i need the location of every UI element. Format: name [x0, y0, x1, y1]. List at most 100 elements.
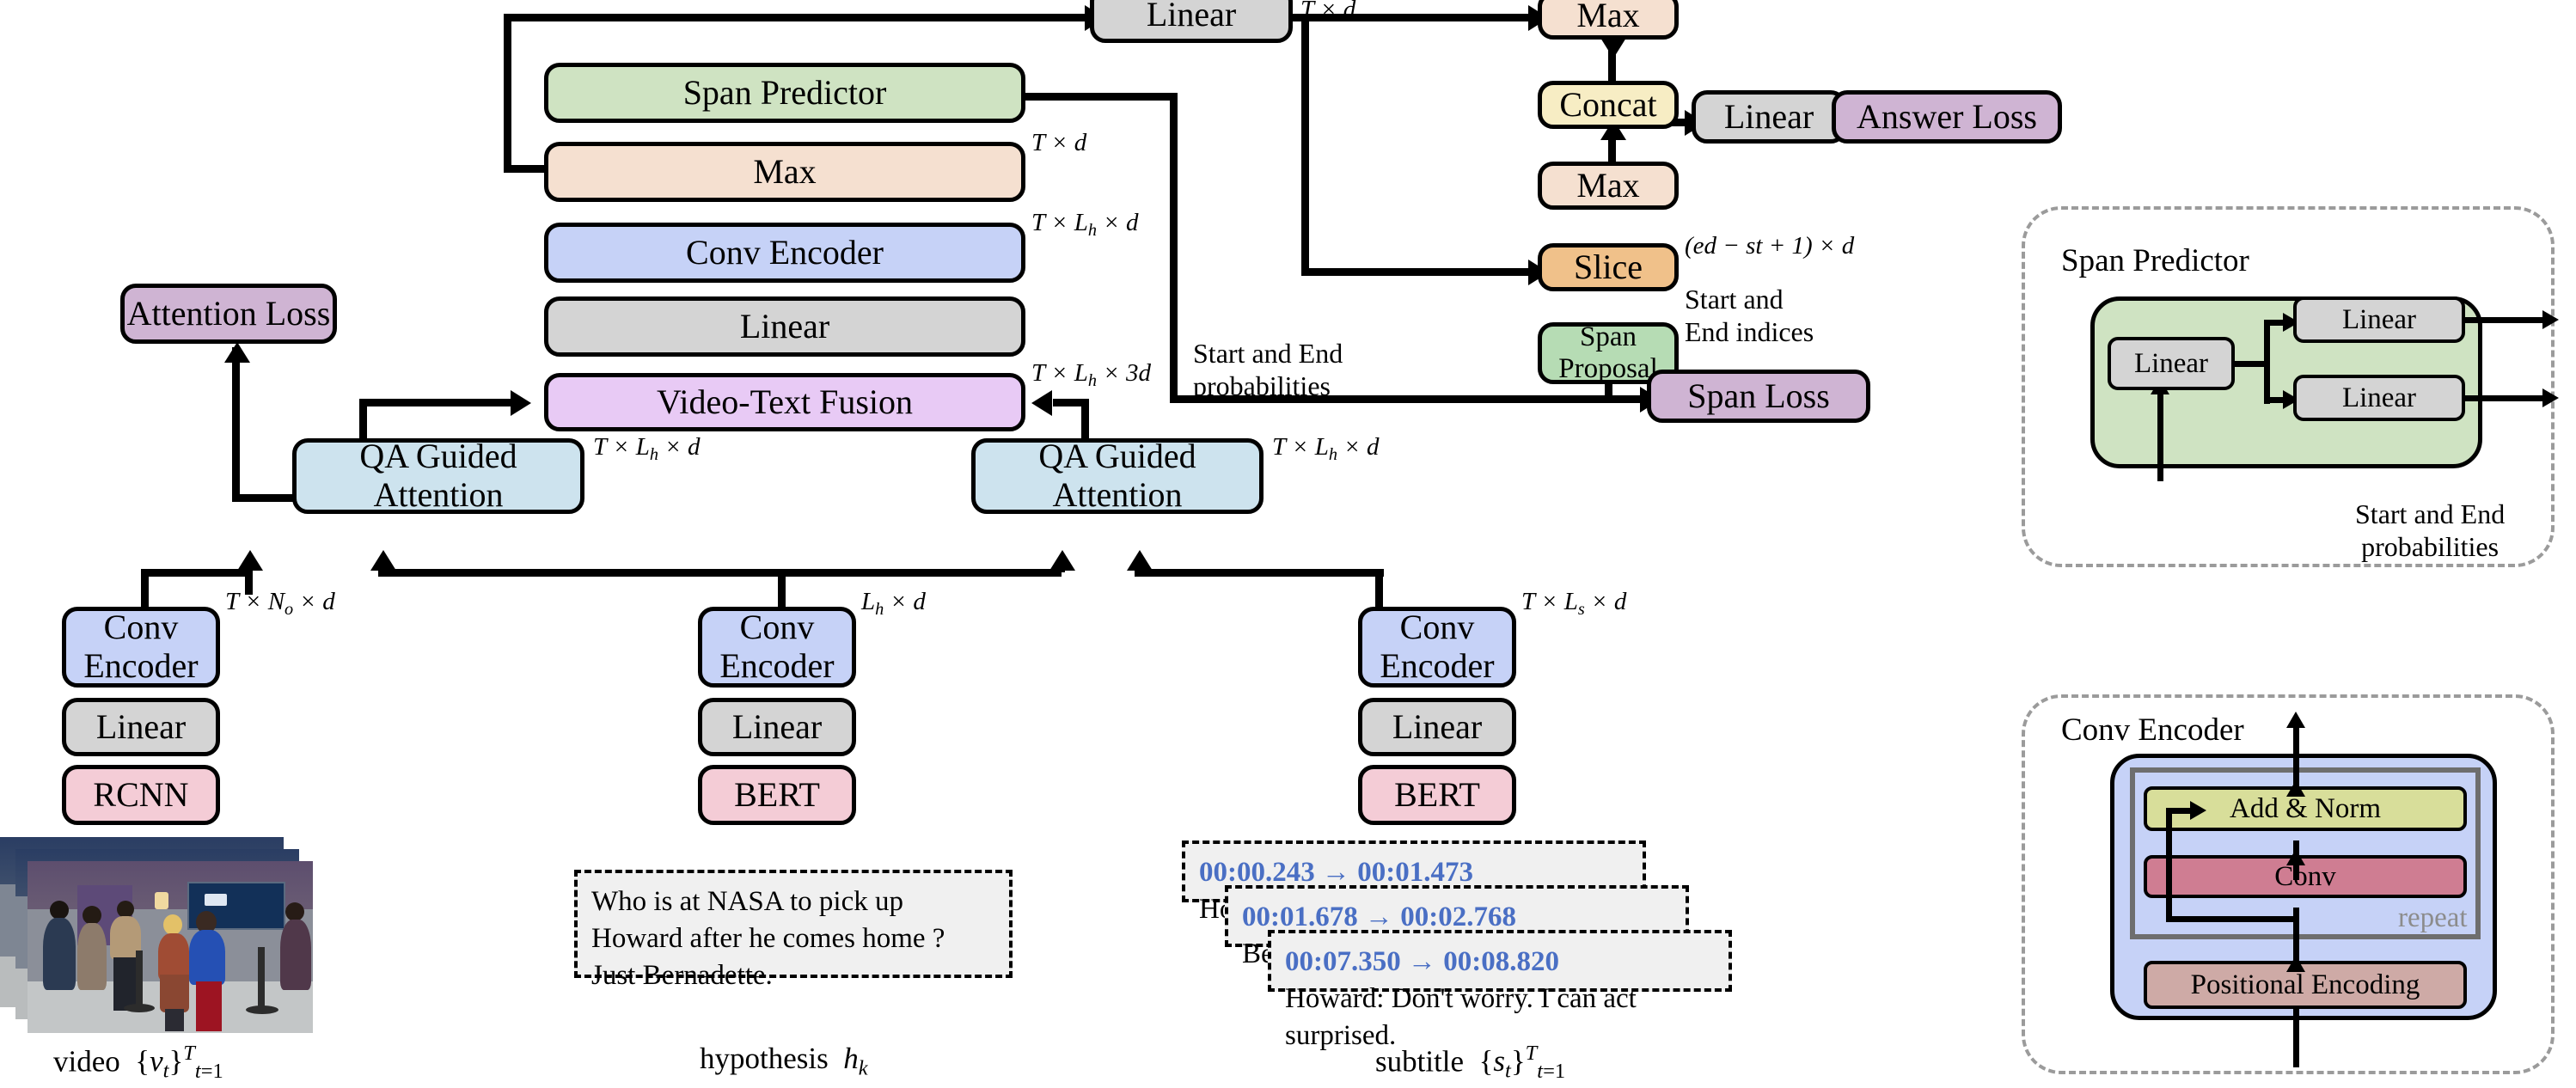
- arrow-ce-output: [2286, 712, 2305, 728]
- node-video-text-fusion[interactable]: Video-Text Fusion: [544, 373, 1025, 431]
- node-sp-linear-start[interactable]: Linear: [2293, 296, 2465, 343]
- connector-ce-residual-v: [2166, 808, 2172, 921]
- connector-ceh-qaright-stub: [1057, 559, 1065, 572]
- arrow-ceh-into-qaleft: [370, 550, 396, 571]
- node-label: Max: [1576, 0, 1640, 34]
- dim-slice-out: (ed − st + 1) × d: [1685, 232, 1855, 260]
- node-bert-hypothesis[interactable]: BERT: [698, 765, 856, 825]
- node-max-right-1[interactable]: Max: [1538, 0, 1679, 40]
- node-rcnn[interactable]: RCNN: [62, 765, 220, 825]
- dim-video-text-fusion: T × Lh × 3d: [1031, 359, 1152, 391]
- node-qa-guided-attention-right[interactable]: QA Guided Attention: [971, 437, 1264, 514]
- node-label: Conv Encoder: [83, 608, 199, 685]
- node-label: Linear: [1392, 707, 1483, 746]
- node-span-predictor[interactable]: Span Predictor: [544, 63, 1025, 123]
- node-label: Linear: [2133, 347, 2209, 379]
- node-concat[interactable]: Concat: [1538, 81, 1679, 129]
- arrow-sp-start-out: [2542, 310, 2559, 329]
- node-slice[interactable]: Slice: [1538, 243, 1679, 291]
- connector-qaleft-to-vtf: [359, 399, 514, 406]
- connector-ces-qaright-stub: [1135, 559, 1142, 572]
- connector-qaright-left: [1053, 399, 1089, 406]
- annotation-start-end-probabilities: Start and End probabilities: [1193, 338, 1343, 401]
- connector-to-slice: [1301, 268, 1532, 276]
- node-label: Max: [753, 152, 817, 191]
- diagram-canvas: Span Predictor Max Conv Encoder Linear V…: [0, 0, 2576, 1088]
- node-label: Add & Norm: [2230, 792, 2381, 824]
- node-linear-hypothesis[interactable]: Linear: [698, 698, 856, 756]
- caption-subtitle: subtitle {st}Tt=1: [1375, 1042, 1566, 1083]
- arrow-qaright-to-vtf: [1031, 390, 1052, 416]
- node-label: QA Guided Attention: [1038, 437, 1196, 514]
- node-linear-video[interactable]: Linear: [62, 698, 220, 756]
- node-label: Linear: [1723, 97, 1814, 136]
- node-label: Conv Encoder: [686, 233, 884, 272]
- connector-ce-output: [2293, 727, 2299, 792]
- node-label: Conv: [2274, 860, 2336, 892]
- panel-span-predictor-title: Span Predictor: [2061, 243, 2249, 278]
- node-label: BERT: [734, 775, 820, 814]
- subtitle-card-3: 00:07.350 → 00:08.820 Howard: Don't worr…: [1268, 930, 1732, 1051]
- annotation-start-end-indices: Start and End indices: [1685, 284, 1814, 347]
- node-label: Span Loss: [1687, 376, 1830, 415]
- connector-ceh-to-qaright: [778, 569, 1062, 577]
- node-label: BERT: [1394, 775, 1480, 814]
- node-label: Linear: [1146, 0, 1237, 34]
- caption-video: video {vt}Tt=1: [53, 1042, 223, 1083]
- node-label: Max: [1576, 166, 1640, 205]
- connector-max-to-linear-vertical: [504, 14, 511, 172]
- node-conv-encoder-subtitle[interactable]: Conv Encoder: [1358, 607, 1516, 688]
- connector-lineartop-down: [1301, 14, 1309, 272]
- node-label: Linear: [739, 307, 830, 345]
- node-sp-linear-end[interactable]: Linear: [2293, 375, 2465, 421]
- node-conv-encoder-main[interactable]: Conv Encoder: [544, 223, 1025, 283]
- connector-ces-left: [1135, 569, 1384, 577]
- arrow-to-attentionloss: [224, 342, 250, 363]
- node-linear-top[interactable]: Linear: [1090, 0, 1293, 43]
- connector-spanpredictor-right: [1023, 93, 1178, 101]
- connector-ce-residual-h: [2166, 916, 2295, 922]
- dim-conv-encoder-video: T × No × d: [225, 588, 335, 620]
- node-label: Conv Encoder: [719, 608, 835, 685]
- connector-attnloss-vertical: [232, 347, 240, 498]
- node-label: Slice: [1574, 248, 1643, 286]
- subtitle-time: 00:07.350 → 00:08.820: [1285, 946, 1559, 977]
- arrow-ce-residual: [2190, 801, 2206, 820]
- node-qa-guided-attention-left[interactable]: QA Guided Attention: [292, 437, 584, 514]
- node-label: Attention Loss: [126, 294, 331, 333]
- arrow-max1-to-concat: [1600, 38, 1626, 58]
- connector-ce-input: [2293, 1009, 2299, 1067]
- node-max-top[interactable]: Max: [544, 142, 1025, 202]
- dim-conv-encoder-hypothesis: Lh × d: [861, 588, 926, 620]
- node-sp-linear-in[interactable]: Linear: [2108, 337, 2235, 390]
- node-linear-subtitle[interactable]: Linear: [1358, 698, 1516, 756]
- node-max-right-2[interactable]: Max: [1538, 162, 1679, 210]
- node-answer-loss[interactable]: Answer Loss: [1832, 90, 2062, 144]
- node-attention-loss[interactable]: Attention Loss: [120, 284, 337, 344]
- node-linear-main[interactable]: Linear: [544, 296, 1025, 357]
- node-label: Span Predictor: [682, 73, 887, 112]
- connector-sp-start-out: [2463, 317, 2546, 323]
- node-ce-conv[interactable]: Conv: [2144, 855, 2467, 898]
- node-span-loss[interactable]: Span Loss: [1647, 370, 1870, 423]
- hypothesis-text-card: Who is at NASA to pick up Howard after h…: [574, 870, 1013, 991]
- node-label: Concat: [1559, 85, 1657, 124]
- node-ce-positional-encoding[interactable]: Positional Encoding: [2144, 961, 2467, 1009]
- dim-linear-top: T × d: [1300, 0, 1356, 23]
- node-conv-encoder-video[interactable]: Conv Encoder: [62, 607, 220, 688]
- node-conv-encoder-hypothesis[interactable]: Conv Encoder: [698, 607, 856, 688]
- dim-max-top: T × d: [1031, 129, 1087, 156]
- node-label: QA Guided Attention: [359, 437, 517, 514]
- node-label: Span Proposal: [1558, 321, 1658, 384]
- connector-cev-right: [141, 569, 253, 577]
- node-bert-subtitle[interactable]: BERT: [1358, 765, 1516, 825]
- node-linear-answer[interactable]: Linear: [1692, 90, 1846, 144]
- conv-encoder-repeat-label: repeat: [2398, 902, 2468, 933]
- node-label: RCNN: [93, 775, 189, 814]
- node-label: Linear: [95, 707, 187, 746]
- arrow-sp-end-out: [2542, 388, 2559, 407]
- node-label: Positional Encoding: [2190, 969, 2420, 1000]
- connector-sp-split-v: [2264, 320, 2270, 404]
- arrow-cev-into-qaleft: [237, 550, 263, 571]
- node-label: Linear: [731, 707, 823, 746]
